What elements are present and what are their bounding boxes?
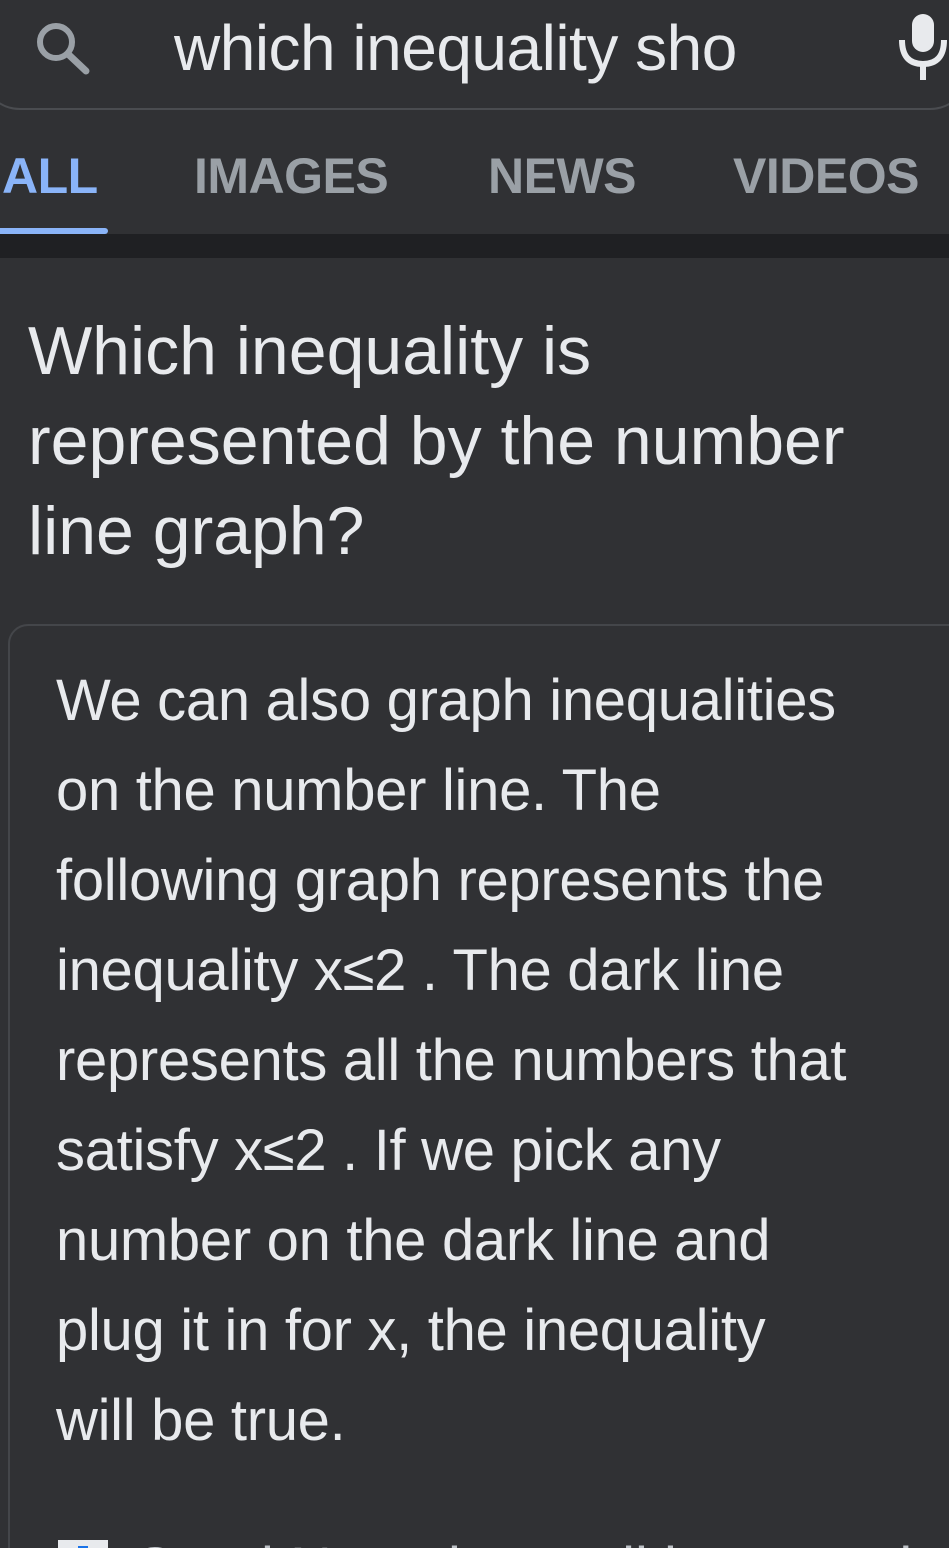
search-bar[interactable]: which inequality sho [0, 0, 949, 110]
snippet-line: following graph represents the [56, 848, 825, 913]
tab-images[interactable]: IMAGES [194, 144, 389, 208]
question-heading: Which inequality is represented by the n… [28, 306, 928, 576]
snippet-line: represents all the numbers that [56, 1028, 847, 1093]
source-favicon-icon [58, 1540, 108, 1548]
snippet-source-link[interactable]: Good Nutra inequalities equation [56, 1520, 936, 1548]
tab-news[interactable]: NEWS [488, 144, 637, 208]
snippet-line: plug it in for x, the inequality [56, 1298, 766, 1363]
search-input[interactable]: which inequality sho [174, 8, 834, 88]
featured-snippet-text: We can also graph inequalities on the nu… [56, 656, 936, 1466]
snippet-line: inequality x≤2 . The dark line [56, 938, 784, 1003]
snippet-line: number on the dark line and [56, 1208, 771, 1273]
source-title[interactable]: Good Nutra inequalities equation [132, 1534, 936, 1548]
search-results-page: which inequality sho ALL IMAGES NEWS VID… [0, 0, 949, 1548]
tab-videos[interactable]: VIDEOS [733, 144, 919, 208]
snippet-line: on the number line. The [56, 758, 661, 823]
snippet-line: We can also graph inequalities [56, 668, 836, 733]
section-divider [0, 234, 949, 258]
search-tabs: ALL IMAGES NEWS VIDEOS [0, 130, 949, 234]
tab-all[interactable]: ALL [2, 144, 98, 208]
question-line: line graph? [28, 493, 365, 569]
search-icon[interactable] [32, 20, 94, 76]
question-line: Which inequality is [28, 313, 592, 389]
mic-icon[interactable] [898, 12, 949, 84]
snippet-line: satisfy x≤2 . If we pick any [56, 1118, 721, 1183]
snippet-line: will be true. [56, 1388, 346, 1453]
question-line: represented by the number [28, 403, 845, 479]
